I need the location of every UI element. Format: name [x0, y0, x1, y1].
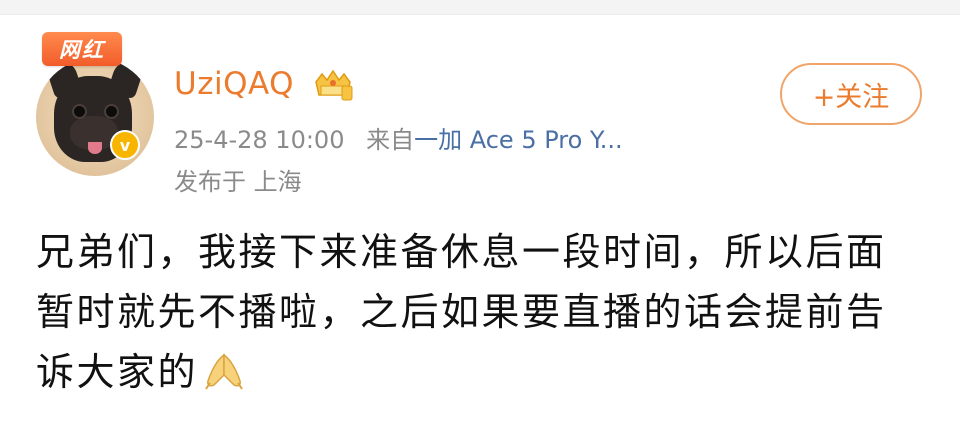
post-body: 兄弟们，我接下来准备休息一段时间，所以后面暂时就先不播啦，之后如果要直播的话会提…	[36, 222, 926, 402]
verified-icon: v	[110, 130, 140, 160]
dog-eye-left	[74, 106, 85, 117]
vip-crown-icon	[315, 69, 353, 101]
praying-hands-icon	[205, 353, 243, 390]
dog-tongue	[88, 142, 102, 154]
avatar-image	[36, 58, 154, 176]
post-text: 兄弟们，我接下来准备休息一段时间，所以后面暂时就先不播啦，之后如果要直播的话会提…	[36, 230, 887, 394]
timestamp: 25-4-28 10:00	[174, 126, 345, 154]
post-meta: 25-4-28 10:00 来自一加 Ace 5 Pro Y...	[174, 120, 623, 155]
location: 发布于 上海	[174, 168, 302, 196]
avatar[interactable]	[36, 58, 154, 176]
source-device-link[interactable]: 一加 Ace 5 Pro Y...	[414, 126, 623, 154]
influencer-badge: 网红	[42, 32, 122, 66]
username[interactable]: UziQAQ	[174, 66, 294, 102]
dog-eye-right	[106, 106, 117, 117]
top-divider	[0, 0, 960, 15]
follow-button[interactable]: +关注	[780, 63, 922, 125]
source-prefix: 来自	[366, 126, 415, 154]
